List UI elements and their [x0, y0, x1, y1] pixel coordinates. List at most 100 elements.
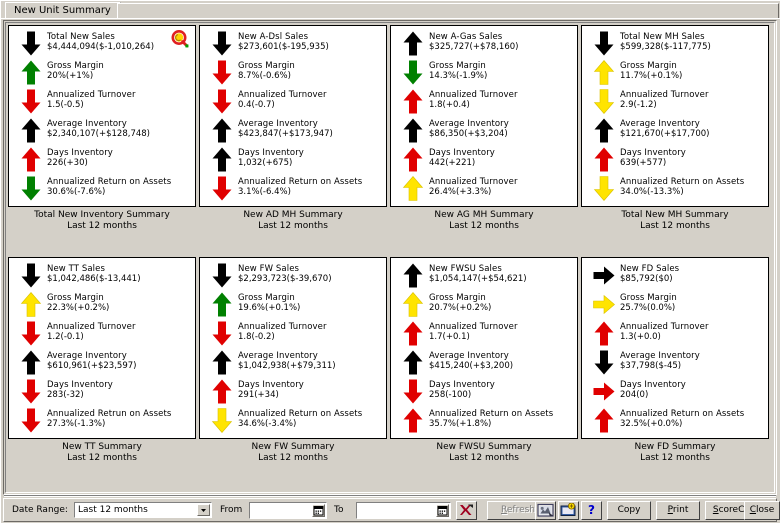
- panel-caption-period: Last 12 months: [199, 221, 387, 232]
- arrow-up-icon: [592, 146, 618, 175]
- metric-row: Annualized Turnover1.8(+0.4): [391, 88, 577, 117]
- metric-label: Average Inventory: [620, 351, 766, 361]
- arrow-right-icon: [592, 378, 618, 407]
- to-date-input[interactable]: [356, 502, 451, 519]
- metric-value: 1.8(-0.2): [238, 332, 384, 343]
- print-button[interactable]: Print: [656, 501, 700, 520]
- metric-label: Annualized Return on Assets: [620, 177, 766, 187]
- close-button[interactable]: Close: [744, 501, 780, 520]
- summary-panel-new-fw-summary[interactable]: New FW Sales$2,293,723($-39,670)Gross Ma…: [199, 257, 387, 439]
- arrow-down-icon: [210, 407, 236, 436]
- metric-row: Average Inventory$37,798($-45): [582, 349, 768, 378]
- summary-panel-new-fwsu-summary[interactable]: New FWSU Sales$1,054,147(+$54,621)Gross …: [390, 257, 578, 439]
- metric-text: New A-Dsl Sales$273,601($-195,935): [238, 32, 384, 53]
- panel-caption: New FD SummaryLast 12 months: [581, 439, 769, 464]
- metric-label: Days Inventory: [47, 148, 193, 158]
- metric-value: 1,032(+675): [238, 158, 384, 169]
- metric-row: Days Inventory204(0): [582, 378, 768, 407]
- arrow-down-icon: [210, 320, 236, 349]
- metric-row: Days Inventory291(+34): [200, 378, 386, 407]
- metric-text: Days Inventory226(+30): [47, 148, 193, 169]
- help-button[interactable]: ?: [581, 501, 602, 520]
- metric-value: 14.3%(-1.9%): [429, 71, 575, 82]
- metric-value: 25.7%(0.0%): [620, 303, 766, 314]
- arrow-down-icon: [592, 88, 618, 117]
- add-new-button[interactable]: [558, 501, 579, 520]
- metric-text: Gross Margin22.3%(+0.2%): [47, 293, 193, 314]
- metric-text: Gross Margin14.3%(-1.9%): [429, 61, 575, 82]
- metric-row: Average Inventory$610,961(+$23,597): [9, 349, 195, 378]
- copy-button[interactable]: Copy: [607, 501, 651, 520]
- metric-value: $121,670(+$17,700): [620, 129, 766, 140]
- metric-text: Annualized Return on Assets3.1%(-6.4%): [238, 177, 384, 198]
- metric-text: New TT Sales$1,042,486($-13,441): [47, 264, 193, 285]
- metric-row: Gross Margin20.7%(+0.2%): [391, 291, 577, 320]
- summary-panel-new-ad-mh-summary[interactable]: New A-Dsl Sales$273,601($-195,935)Gross …: [199, 25, 387, 207]
- metric-label: Days Inventory: [429, 148, 575, 158]
- metric-row: New FW Sales$2,293,723($-39,670): [200, 262, 386, 291]
- metric-text: Annualized Turnover2.9(-1.2): [620, 90, 766, 111]
- arrow-up-icon: [210, 117, 236, 146]
- metric-row: Days Inventory442(+221): [391, 146, 577, 175]
- metric-text: Days Inventory283(-32): [47, 380, 193, 401]
- metric-list: New A-Gas Sales$325,727(+$78,160)Gross M…: [391, 30, 577, 204]
- toolbar-divider: [4, 495, 776, 497]
- metric-row: Annualized Return on Assets32.5%(+0.0%): [582, 407, 768, 436]
- metric-row: Gross Margin20%(+1%): [9, 59, 195, 88]
- metric-label: Days Inventory: [429, 380, 575, 390]
- metric-row: Annualized Retrun on Assets27.3%(-1.3%): [9, 407, 195, 436]
- client-area: Total New Sales$4,444,094($-1,010,264) Gr…: [3, 20, 777, 495]
- metric-label: Annualized Return on Assets: [620, 409, 766, 419]
- calendar-icon[interactable]: [436, 504, 449, 517]
- metric-label: New FWSU Sales: [429, 264, 575, 274]
- metric-text: Annualized Turnover0.4(-0.7): [238, 90, 384, 111]
- metric-label: Days Inventory: [238, 148, 384, 158]
- metric-value: 22.3%(+0.2%): [47, 303, 193, 314]
- calendar-icon[interactable]: [312, 504, 325, 517]
- from-date-input[interactable]: [249, 502, 327, 519]
- tab-new-unit-summary[interactable]: New Unit Summary: [5, 2, 121, 18]
- metric-row: New A-Dsl Sales$273,601($-195,935): [200, 30, 386, 59]
- metric-label: Total New Sales: [47, 32, 193, 42]
- summary-panel-total-new-mh-summary[interactable]: Total New MH Sales$599,328($-117,775) Gro…: [581, 25, 769, 207]
- summary-panel-new-tt-summary[interactable]: New TT Sales$1,042,486($-13,441) Gross Ma…: [8, 257, 196, 439]
- metric-text: Annualized Return on Assets30.6%(-7.6%): [47, 177, 193, 198]
- metric-value: $1,042,938(+$79,311): [238, 361, 384, 372]
- metric-label: Days Inventory: [238, 380, 384, 390]
- arrow-up-icon: [19, 146, 45, 175]
- metric-label: New A-Gas Sales: [429, 32, 575, 42]
- arrow-down-icon: [210, 88, 236, 117]
- metric-text: Days Inventory1,032(+675): [238, 148, 384, 169]
- metric-text: Gross Margin19.6%(+0.1%): [238, 293, 384, 314]
- metric-text: Average Inventory$121,670(+$17,700): [620, 119, 766, 140]
- panel-container-border: Total New Sales$4,444,094($-1,010,264) Gr…: [5, 22, 775, 493]
- metric-text: Total New Sales$4,444,094($-1,010,264): [47, 32, 193, 53]
- chart-image-button[interactable]: [535, 501, 556, 520]
- date-range-value: Last 12 months: [78, 505, 148, 515]
- arrow-up-icon: [210, 378, 236, 407]
- metric-value: $423,847(+$173,947): [238, 129, 384, 140]
- summary-panel-total-new-inventory-summary[interactable]: Total New Sales$4,444,094($-1,010,264) Gr…: [8, 25, 196, 207]
- refresh-label: efresh: [507, 505, 535, 515]
- arrow-up-icon: [401, 262, 427, 291]
- metric-text: Annualized Return on Assets34.6%(-3.4%): [238, 409, 384, 430]
- arrow-up-icon: [401, 175, 427, 204]
- metric-label: Average Inventory: [238, 119, 384, 129]
- metric-row: Total New Sales$4,444,094($-1,010,264): [9, 30, 195, 59]
- metric-label: Annualized Turnover: [47, 322, 193, 332]
- panel-grid: Total New Sales$4,444,094($-1,010,264) Gr…: [8, 25, 772, 490]
- metric-value: 11.7%(+0.1%): [620, 71, 766, 82]
- arrow-down-icon: [19, 88, 45, 117]
- metric-value: 34.6%(-3.4%): [238, 419, 384, 430]
- metric-text: Total New MH Sales$599,328($-117,775): [620, 32, 766, 53]
- summary-panel-new-ag-mh-summary[interactable]: New A-Gas Sales$325,727(+$78,160)Gross M…: [390, 25, 578, 207]
- clear-filter-button[interactable]: [456, 501, 477, 520]
- arrow-up-icon: [401, 146, 427, 175]
- arrow-down-icon: [210, 59, 236, 88]
- summary-cell-new-fw-summary: New FW Sales$2,293,723($-39,670)Gross Ma…: [199, 257, 387, 464]
- panel-caption-title: New FWSU Summary: [390, 442, 578, 453]
- chevron-down-icon[interactable]: [197, 504, 210, 516]
- summary-panel-new-fd-summary[interactable]: New FD Sales$85,792($0)Gross Margin25.7%…: [581, 257, 769, 439]
- metric-text: Gross Margin11.7%(+0.1%): [620, 61, 766, 82]
- date-range-select[interactable]: Last 12 months: [74, 502, 212, 518]
